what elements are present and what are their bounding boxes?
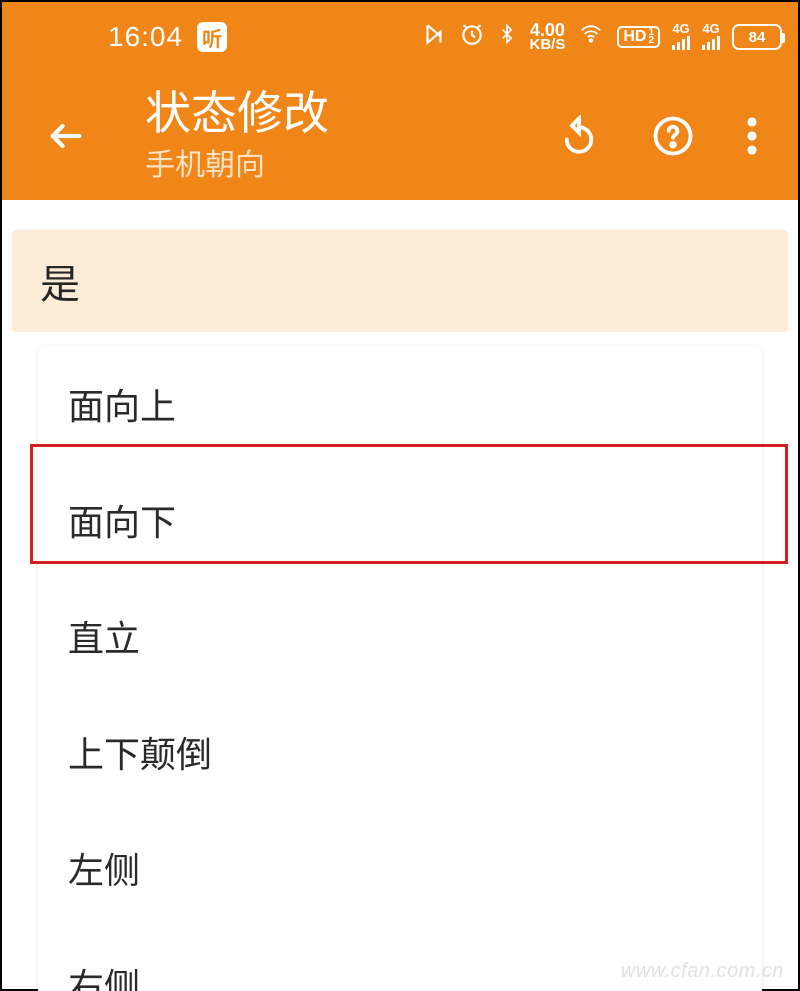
status-bar: 16:04 听 4.00 KB/S HD12 4G xyxy=(2,2,798,72)
watermark: www.cfan.com.cn xyxy=(621,960,784,983)
help-button[interactable] xyxy=(652,115,694,157)
more-button[interactable] xyxy=(746,115,758,157)
app-bar: 状态修改 手机朝向 xyxy=(2,72,798,200)
list-item-label: 上下颠倒 xyxy=(68,734,212,775)
status-time: 16:04 xyxy=(108,21,183,53)
appbar-actions xyxy=(558,115,758,157)
signal-bars-icon xyxy=(702,34,720,50)
page-subtitle: 手机朝向 xyxy=(145,140,329,184)
help-icon xyxy=(652,115,694,157)
more-vertical-icon xyxy=(746,115,758,157)
arrow-left-icon xyxy=(46,116,86,156)
back-button[interactable] xyxy=(42,116,90,156)
list-item-label: 面向下 xyxy=(68,502,176,543)
hd-badge: HD12 xyxy=(617,26,660,48)
content-area: 是 面向上 面向下 直立 上下颠倒 左侧 右侧 xyxy=(2,200,798,991)
alarm-icon xyxy=(459,21,485,54)
list-item[interactable]: 直立 xyxy=(38,578,762,694)
undo-button[interactable] xyxy=(558,115,600,157)
list-item[interactable]: 上下颠倒 xyxy=(38,694,762,810)
wifi-icon xyxy=(577,23,605,52)
signal-bars-icon xyxy=(672,34,690,50)
signal-1: 4G xyxy=(672,24,690,50)
list-item-label: 面向上 xyxy=(68,386,176,427)
signal-2: 4G xyxy=(702,24,720,50)
list-item-label: 右侧 xyxy=(68,966,140,991)
list-item[interactable]: 面向下 xyxy=(38,462,762,578)
list-item-label: 左侧 xyxy=(68,850,140,891)
option-list: 面向上 面向下 直立 上下颠倒 左侧 右侧 xyxy=(38,346,762,991)
list-item[interactable]: 面向上 xyxy=(38,346,762,462)
page-title: 状态修改 xyxy=(145,88,329,139)
list-item[interactable]: 左侧 xyxy=(38,810,762,926)
status-left: 16:04 听 xyxy=(108,21,227,53)
undo-icon xyxy=(558,115,600,157)
network-speed: 4.00 KB/S xyxy=(529,22,565,52)
screen-frame: 16:04 听 4.00 KB/S HD12 4G xyxy=(0,0,800,991)
section-header[interactable]: 是 xyxy=(12,230,788,332)
battery-icon: 84 xyxy=(732,24,782,50)
appbar-titles: 状态修改 手机朝向 xyxy=(145,88,329,185)
bluetooth-icon xyxy=(497,21,517,54)
status-right: 4.00 KB/S HD12 4G 4G 84 xyxy=(421,21,782,54)
listen-app-icon: 听 xyxy=(197,22,227,52)
list-item-label: 直立 xyxy=(68,618,140,659)
nfc-icon xyxy=(421,21,447,54)
